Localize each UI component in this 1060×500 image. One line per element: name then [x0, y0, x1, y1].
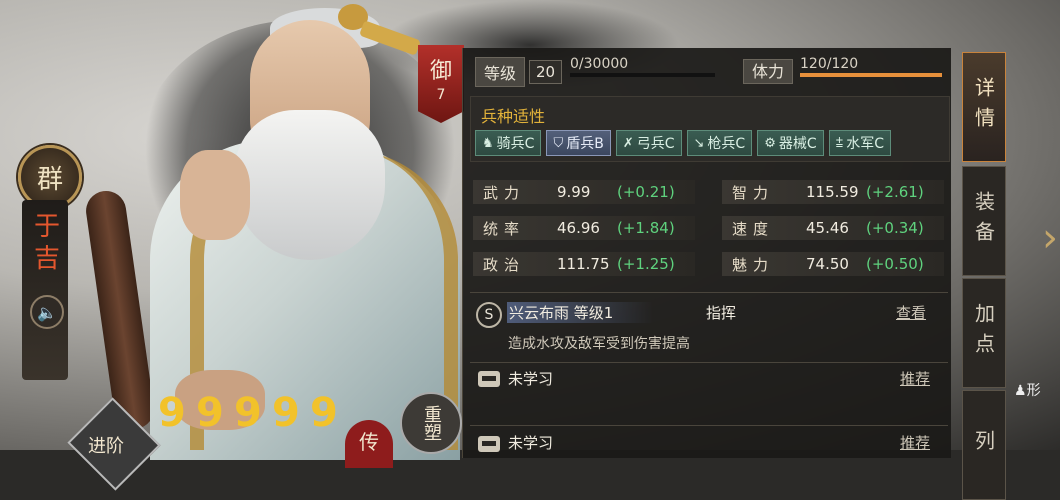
tab-details[interactable]: 详情 [962, 52, 1006, 162]
biography-button[interactable]: 传 [345, 420, 393, 468]
slot-1-label: 未学习 [508, 370, 554, 388]
stat-speed: 速度 45.46 (+0.34) [722, 216, 944, 240]
title-banner-char: 御 [429, 59, 452, 84]
gear-icon: ⚙ [764, 135, 776, 151]
tab-equipment[interactable]: 装备 [962, 166, 1006, 276]
affinity-title: 兵种适性 [481, 107, 546, 126]
horse-icon: ♞ [482, 135, 494, 151]
stamina-bar [800, 73, 942, 77]
affinity-spear[interactable]: ↘ 枪兵C [686, 130, 753, 156]
affinity-shield[interactable]: ⛉ 盾兵B [546, 130, 611, 156]
awaken-jewel-icon: 9 [310, 390, 338, 436]
affinity-navy[interactable]: ⩲ 水军C [828, 130, 891, 156]
awaken-jewel-icon: 9 [272, 390, 300, 436]
level-label: 等级 [475, 57, 526, 87]
bow-icon: ✗ [622, 135, 634, 151]
level-value: 20 [529, 60, 563, 84]
skill-view-link[interactable]: 查看 [896, 302, 926, 323]
skill-description: 造成水攻及敌军受到伤害提高 [508, 336, 690, 352]
title-banner[interactable]: 御 7 [418, 45, 464, 123]
affinity-list: ♞ 骑兵C ⛉ 盾兵B ✗ 弓兵C ↘ 枪兵C ⚙ 器械C ⩲ 水军C [475, 130, 891, 156]
affinity-cavalry[interactable]: ♞ 骑兵C [475, 130, 542, 156]
affinity-archer[interactable]: ✗ 弓兵C [615, 130, 682, 156]
stamina-text: 120/120 [800, 56, 859, 72]
exp-bar [570, 73, 715, 77]
tab-points[interactable]: 加点 [962, 278, 1006, 388]
stat-command: 统率 46.96 (+1.84) [473, 216, 695, 240]
awaken-jewel-icon: 9 [196, 390, 224, 436]
tab-list[interactable]: 列 [962, 390, 1006, 500]
general-name: 于吉 [29, 212, 60, 276]
stat-charm: 魅力 74.50 (+0.50) [722, 252, 944, 276]
awaken-jewel-icon: 9 [234, 390, 262, 436]
spear-icon: ↘ [693, 135, 705, 151]
affinity-siege[interactable]: ⚙ 器械C [757, 130, 824, 156]
stamina-label: 体力 [743, 59, 794, 84]
boat-icon: ⩲ [835, 135, 844, 151]
advance-label: 进阶 [88, 436, 124, 457]
side-shape-label[interactable]: ♟形 [1014, 380, 1041, 400]
voice-button[interactable]: 🔈 [30, 295, 64, 329]
skill-grade-badge: S [476, 302, 502, 328]
scroll-icon [478, 371, 500, 387]
chevron-right-icon[interactable]: › [1042, 215, 1060, 285]
skill-type: 指挥 [706, 304, 737, 322]
skill-name[interactable]: 兴云布雨 等级1 [507, 302, 654, 323]
awaken-jewel-icon: 9 [158, 390, 186, 436]
slot-1-recommend[interactable]: 推荐 [900, 368, 930, 389]
reshape-label: 重塑 [421, 405, 442, 441]
stat-force: 武力 9.99 (+0.21) [473, 180, 695, 204]
title-banner-level: 7 [436, 87, 446, 103]
speaker-icon: 🔈 [37, 302, 57, 322]
shield-icon: ⛉ [553, 135, 564, 151]
level-row: 等级 20 [475, 57, 563, 87]
awaken-markers: 99999 [158, 390, 340, 436]
reshape-button[interactable]: 重塑 [400, 392, 462, 454]
stat-intelligence: 智力 115.59 (+2.61) [722, 180, 944, 204]
stat-politics: 政治 111.75 (+1.25) [473, 252, 695, 276]
general-name-plate: 于吉 [22, 200, 68, 380]
exp-text: 0/30000 [570, 56, 629, 72]
